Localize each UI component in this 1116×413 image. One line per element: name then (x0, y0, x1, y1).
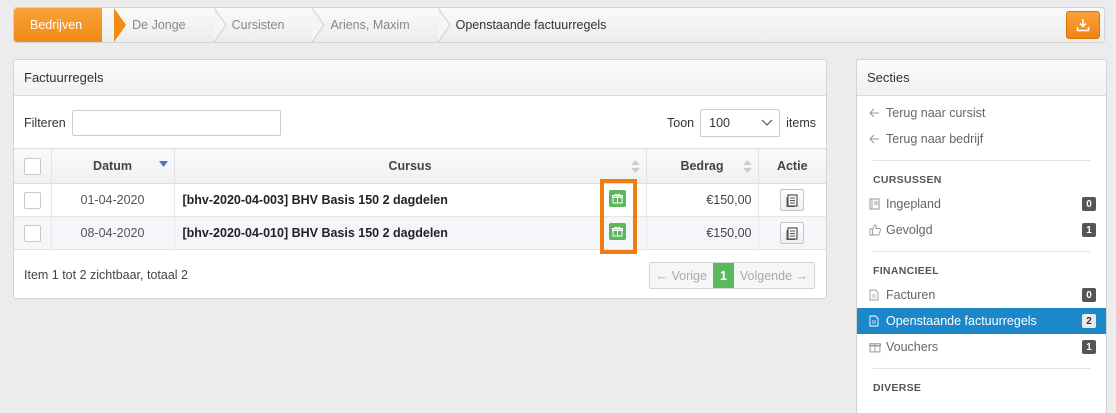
select-all-checkbox[interactable] (23, 157, 41, 175)
item-label: Openstaande factuurregels (886, 314, 1037, 328)
count-badge: 0 (1082, 197, 1096, 211)
page-size-select[interactable]: 100 (700, 109, 781, 137)
pagination: ← Vorige 1 Volgende → (648, 262, 815, 289)
sidebar-item-vouchers[interactable]: Vouchers 1 (857, 334, 1106, 360)
back-to-student-link[interactable]: Terug naar cursist (857, 100, 1106, 126)
show-label: Toon (667, 116, 695, 130)
breadcrumb-label: Ariens, Maxim (330, 18, 410, 32)
divider (873, 251, 1090, 252)
column-label: Bedrag (680, 159, 724, 173)
count-badge: 0 (1082, 288, 1096, 302)
breadcrumb-item-current: Openstaande factuurregels (426, 8, 623, 42)
column-label: Cursus (388, 159, 432, 173)
document-icon (786, 226, 798, 240)
invoice-lines-table: Datum Cursus Bedrag Actie 01-04-2020 [bh… (14, 148, 826, 250)
section-title-financial: FINANCIEEL (873, 265, 939, 277)
divider (873, 368, 1090, 369)
row-course: [bhv-2020-04-003] BHV Basis 150 2 dagdel… (182, 193, 448, 207)
sidebar-item-completed[interactable]: Gevolgd 1 (857, 217, 1106, 243)
sidebar-item-planned[interactable]: Ingepland 0 (857, 191, 1106, 217)
invoice-lines-panel: Factuurregels Filteren Toon 100 items Da… (13, 59, 827, 299)
row-date: 08-04-2020 (50, 216, 174, 250)
gift-icon (612, 226, 623, 237)
column-header-course[interactable]: Cursus (173, 148, 646, 184)
table-summary: Item 1 tot 2 zichtbaar, totaal 2 (24, 268, 188, 282)
column-header-amount[interactable]: Bedrag (645, 148, 758, 184)
item-label: Vouchers (886, 340, 939, 354)
sidebar-item-open-invoice-lines[interactable]: Openstaande factuurregels 2 (857, 308, 1106, 334)
items-label: items (786, 116, 816, 130)
row-course-cell: [bhv-2020-04-010] BHV Basis 150 2 dagdel… (173, 216, 646, 250)
row-action-cell (757, 183, 826, 217)
section-title-courses: CURSUSSEN (873, 174, 942, 186)
link-label: Terug naar cursist (886, 106, 986, 120)
sections-panel: Secties Terug naar cursist Terug naar be… (856, 59, 1107, 413)
chevron-down-icon (761, 119, 773, 126)
filter-input[interactable] (71, 110, 281, 136)
download-icon (1076, 19, 1090, 32)
file-text-icon (869, 315, 883, 327)
link-label: Terug naar bedrijf (886, 132, 984, 146)
document-icon (786, 193, 798, 207)
arrow-left-icon (869, 134, 883, 144)
row-amount: €150,00 (645, 183, 758, 217)
count-badge: 1 (1082, 340, 1096, 354)
sort-desc-icon (158, 161, 168, 167)
page-size-value: 100 (709, 116, 730, 130)
back-to-company-link[interactable]: Terug naar bedrijf (857, 126, 1106, 152)
count-badge: 2 (1082, 314, 1096, 328)
download-button[interactable] (1066, 11, 1100, 39)
panel-title: Secties (857, 60, 1106, 96)
row-date: 01-04-2020 (50, 183, 174, 217)
row-action-cell (757, 216, 826, 250)
invoice-button[interactable] (780, 222, 805, 244)
filter-label: Filteren (24, 116, 66, 130)
invoice-button[interactable] (780, 189, 805, 211)
prev-page-button[interactable]: ← Vorige (649, 263, 713, 288)
sort-icon (742, 160, 752, 173)
item-label: Facturen (886, 288, 936, 302)
count-badge: 1 (1082, 223, 1096, 237)
row-amount: €150,00 (645, 216, 758, 250)
gift-icon (869, 341, 883, 353)
book-icon (869, 198, 883, 210)
breadcrumb: Bedrijven De Jonge Cursisten Ariens, Max… (13, 7, 1105, 43)
file-icon (869, 289, 883, 301)
column-label: Actie (776, 159, 808, 173)
breadcrumb-item-bedrijven[interactable]: Bedrijven (14, 8, 127, 42)
item-label: Ingepland (886, 197, 941, 211)
breadcrumb-label: Openstaande factuurregels (455, 18, 607, 32)
column-header-action: Actie (757, 148, 826, 184)
column-header-date[interactable]: Datum (50, 148, 174, 184)
breadcrumb-label: De Jonge (132, 18, 186, 32)
filter-row: Filteren Toon 100 items (24, 109, 816, 137)
next-page-button[interactable]: Volgende → (733, 263, 814, 288)
row-checkbox[interactable] (23, 191, 41, 209)
breadcrumb-label: Bedrijven (30, 18, 83, 32)
panel-title: Factuurregels (14, 60, 826, 96)
sort-icon (630, 160, 640, 173)
table-row: 08-04-2020 [bhv-2020-04-010] BHV Basis 1… (14, 216, 826, 250)
gift-icon (612, 193, 623, 204)
row-course: [bhv-2020-04-010] BHV Basis 150 2 dagdel… (182, 226, 448, 240)
voucher-button[interactable] (609, 223, 626, 240)
arrow-left-icon (869, 108, 883, 118)
section-title-misc: DIVERSE (873, 382, 922, 394)
thumbs-up-icon (869, 224, 883, 236)
table-row: 01-04-2020 [bhv-2020-04-003] BHV Basis 1… (14, 183, 826, 217)
voucher-button[interactable] (609, 190, 626, 207)
sidebar-item-invoices[interactable]: Facturen 0 (857, 282, 1106, 308)
column-label: Datum (93, 159, 132, 173)
select-all-header (14, 148, 51, 184)
breadcrumb-label: Cursisten (231, 18, 285, 32)
row-checkbox[interactable] (23, 224, 41, 242)
page-1-button[interactable]: 1 (712, 263, 734, 288)
divider (873, 160, 1090, 161)
item-label: Gevolgd (886, 223, 933, 237)
row-course-cell: [bhv-2020-04-003] BHV Basis 150 2 dagdel… (173, 183, 646, 217)
page-size-control: Toon 100 items (667, 109, 816, 137)
